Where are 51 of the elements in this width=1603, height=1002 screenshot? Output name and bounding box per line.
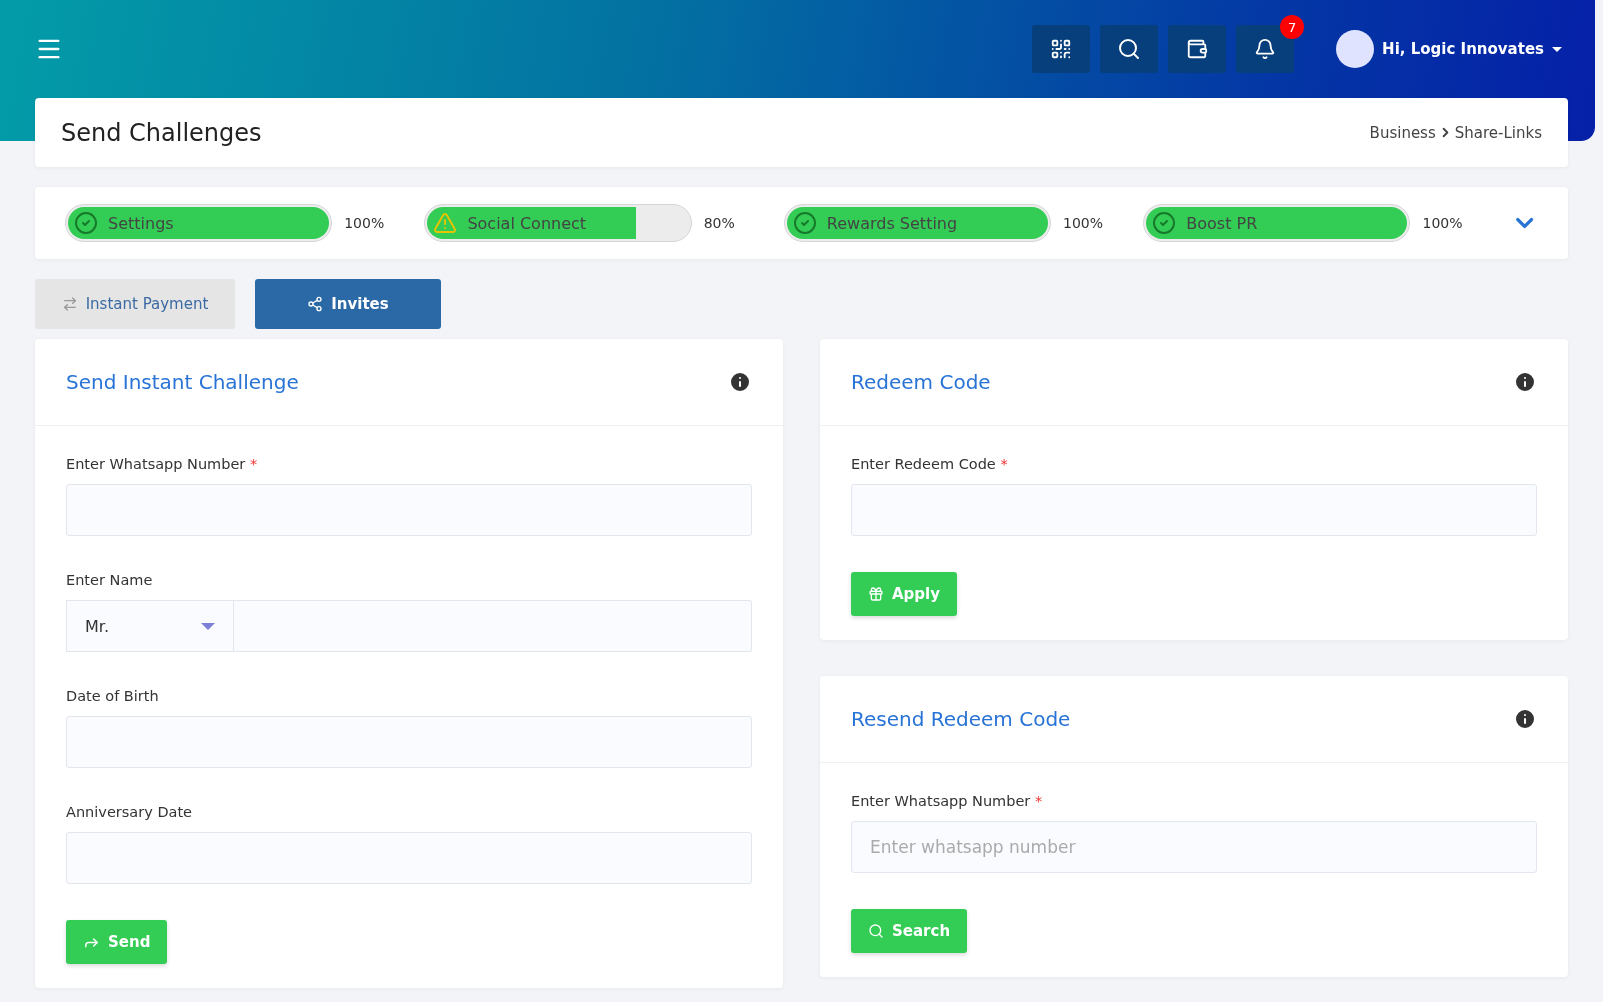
- progress-percent: 100%: [344, 215, 386, 231]
- input-field[interactable]: [66, 484, 752, 536]
- field-label: Anniversary Date: [66, 804, 194, 820]
- qr-code-icon: [1050, 38, 1073, 60]
- tab[interactable]: Invites: [255, 279, 441, 329]
- progress-label: Boost PR: [1186, 213, 1258, 233]
- field-label: Enter Whatsapp Number *: [851, 793, 1044, 809]
- input-field[interactable]: [66, 832, 752, 884]
- progress-percent: 100%: [1063, 215, 1105, 231]
- search-icon: [868, 923, 884, 939]
- card-title: Resend Redeem Code: [851, 707, 1071, 731]
- progress-percent: 100%: [1422, 215, 1464, 231]
- caret-icon: [201, 622, 215, 630]
- page-title: Send Challenges: [61, 118, 262, 147]
- tab[interactable]: Instant Payment: [35, 279, 235, 329]
- progress-label: Settings: [108, 213, 174, 233]
- progress-percent: 80%: [703, 215, 736, 231]
- name-input[interactable]: [234, 600, 752, 652]
- breadcrumb-link[interactable]: Share-Links: [1454, 123, 1542, 142]
- progress-label: Social Connect: [467, 213, 587, 233]
- qr-code-button[interactable]: [1032, 25, 1091, 73]
- card-title: Send Instant Challenge: [66, 370, 299, 394]
- field-label: Enter Whatsapp Number *: [66, 456, 259, 472]
- input-field[interactable]: [851, 484, 1537, 536]
- card-title: Redeem Code: [851, 370, 991, 394]
- check-circle-icon: [792, 211, 817, 235]
- search-button[interactable]: [1100, 25, 1159, 73]
- exchange-icon: [61, 296, 78, 312]
- field-label: Date of Birth: [66, 688, 160, 704]
- check-circle-icon: [74, 211, 98, 235]
- caret-icon: [1552, 46, 1562, 52]
- share-icon: [307, 296, 324, 312]
- notifications-button[interactable]: [1236, 25, 1295, 73]
- field-label: Enter Redeem Code *: [851, 456, 1009, 472]
- check-circle-icon: [1152, 211, 1177, 235]
- title-select[interactable]: Mr.: [66, 600, 234, 652]
- input-field[interactable]: Enter whatsapp number: [851, 821, 1537, 873]
- bell-icon: [1254, 38, 1277, 60]
- info-icon[interactable]: [1513, 707, 1537, 731]
- gift-icon: [868, 586, 884, 602]
- info-icon[interactable]: [1513, 370, 1537, 394]
- user-menu[interactable]: Hi, Logic Innovates: [1330, 29, 1568, 69]
- field-label: Enter Name: [66, 572, 154, 588]
- wallet-icon: [1186, 38, 1209, 60]
- info-icon[interactable]: [728, 370, 752, 394]
- search-icon: [1117, 37, 1142, 61]
- breadcrumb-link[interactable]: Business: [1369, 123, 1436, 142]
- warning-icon: [433, 211, 458, 235]
- input-field[interactable]: [66, 716, 752, 768]
- wallet-button[interactable]: [1168, 25, 1227, 73]
- progress-label: Rewards Setting: [826, 213, 958, 233]
